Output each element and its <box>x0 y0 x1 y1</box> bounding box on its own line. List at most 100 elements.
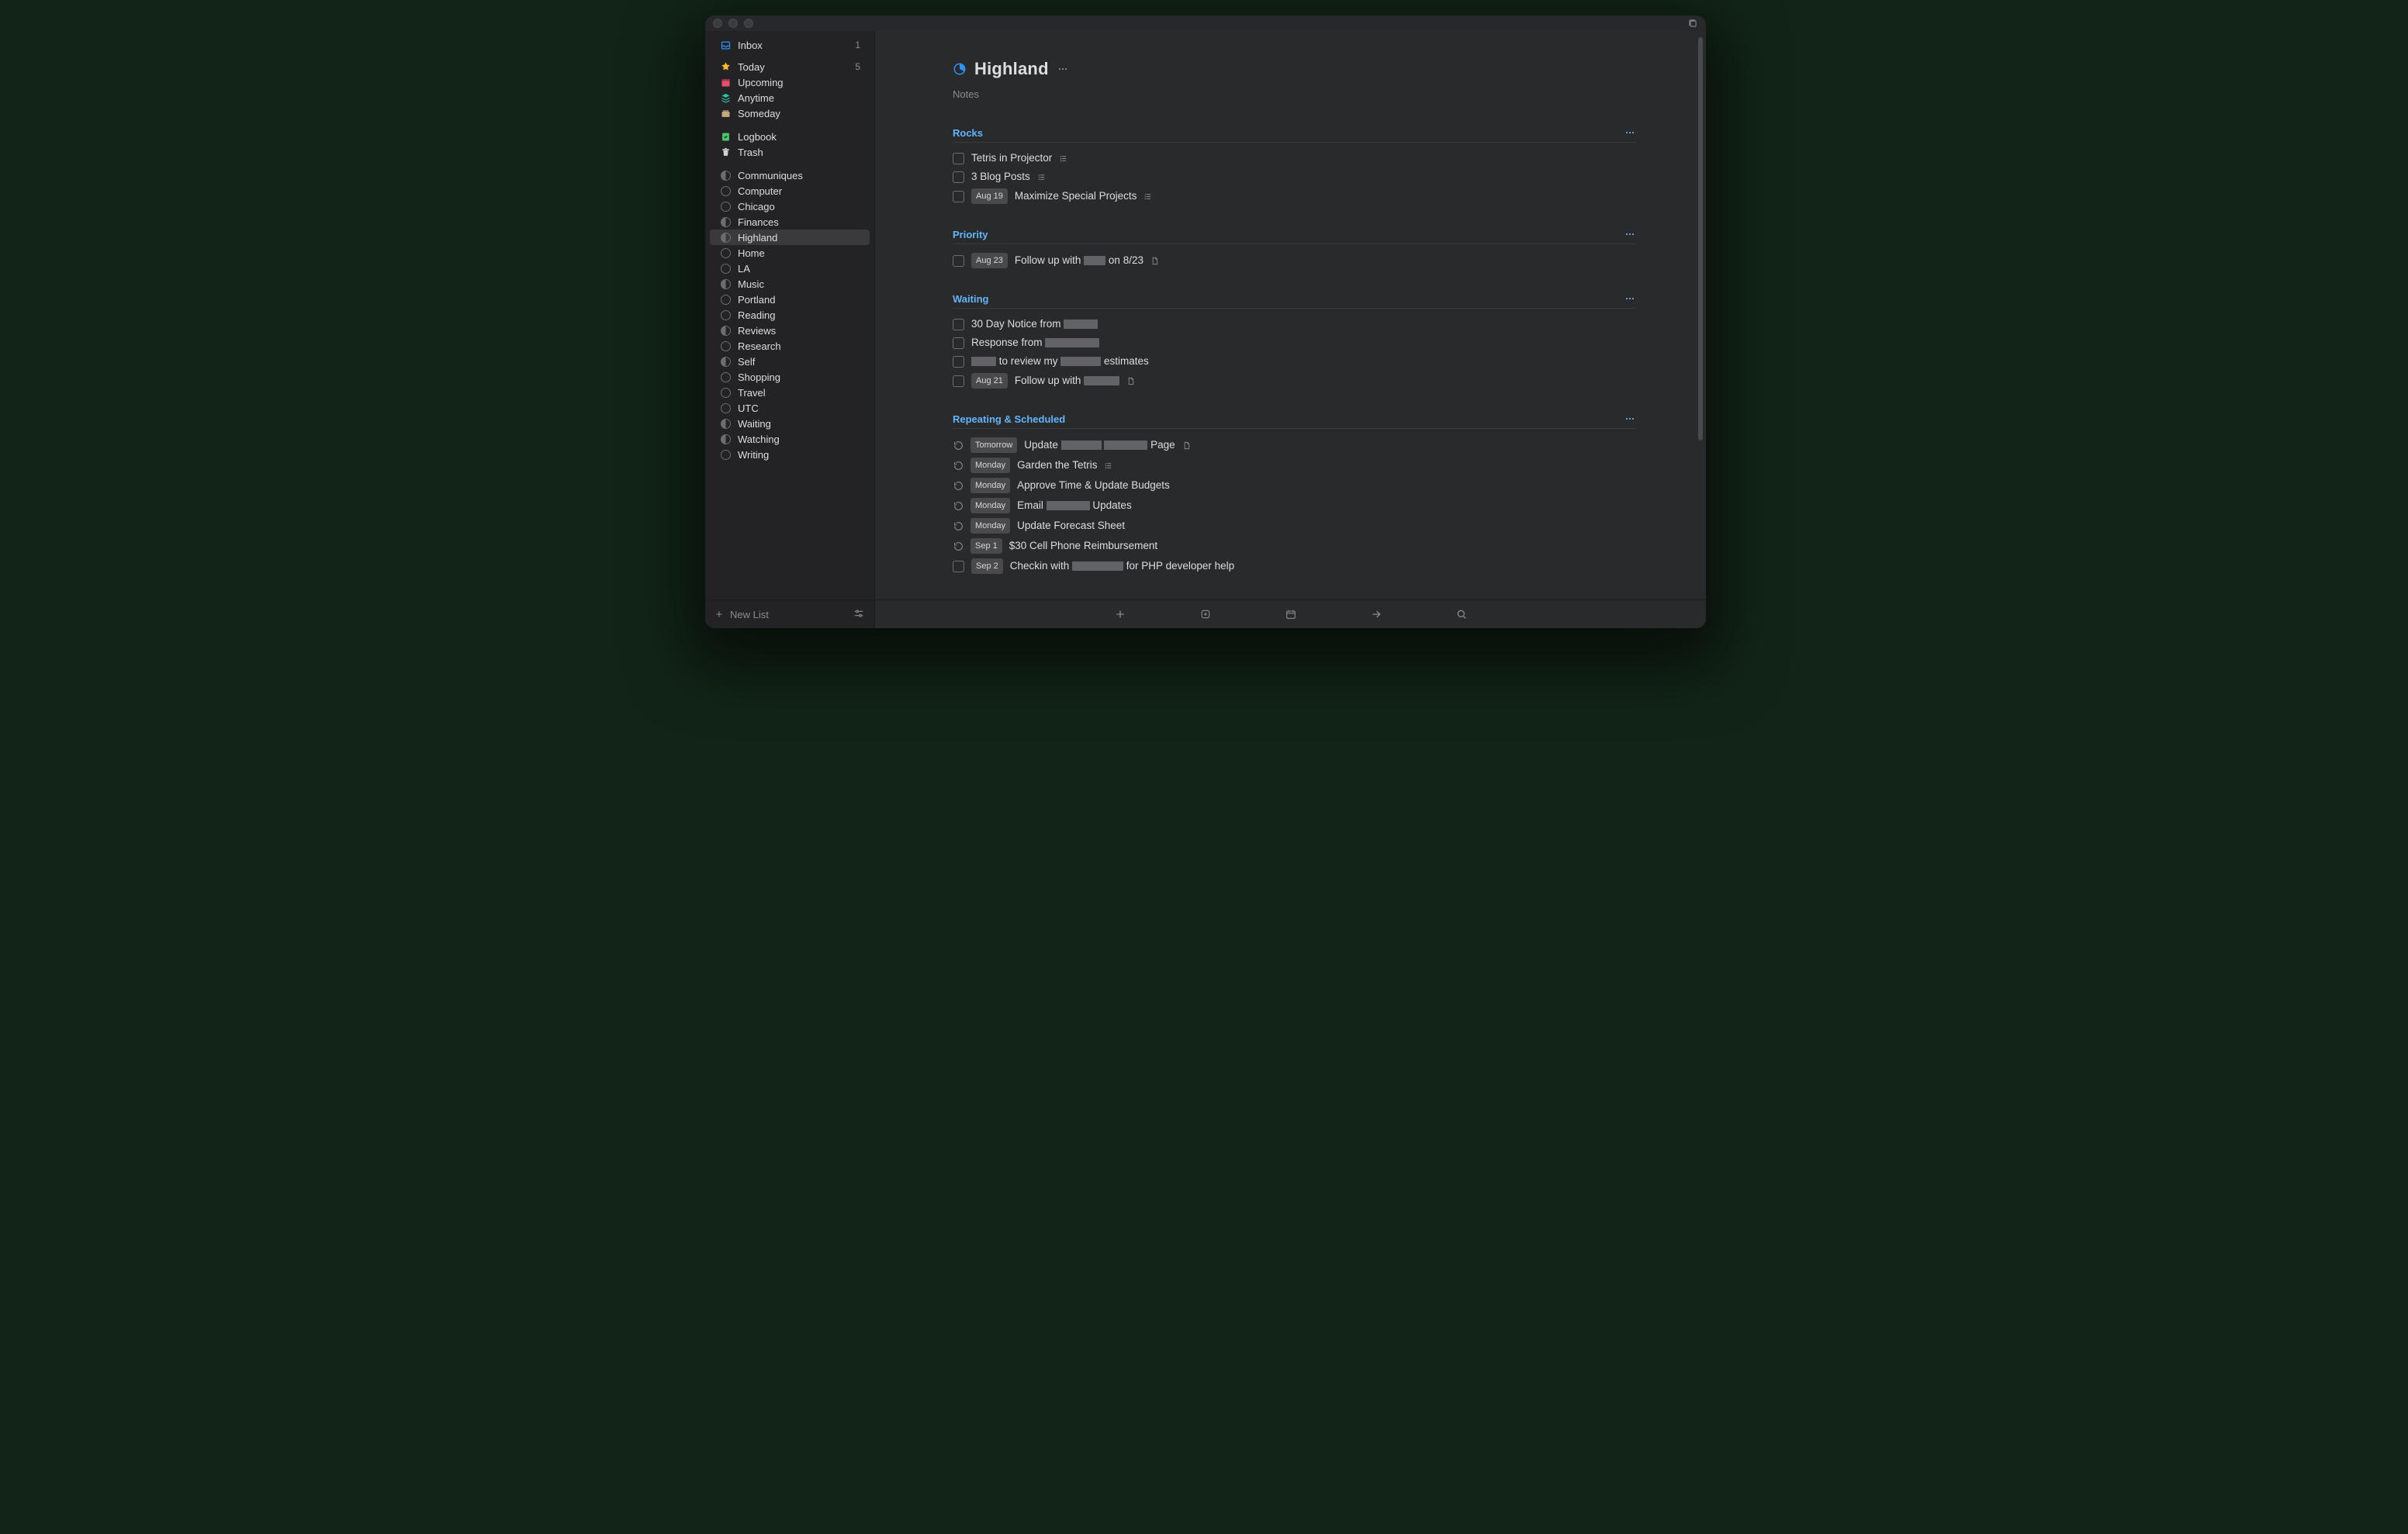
sidebar-area-writing[interactable]: Writing <box>710 447 870 462</box>
scrollbar[interactable] <box>1698 37 1703 593</box>
anytime-icon <box>719 92 732 104</box>
section-menu-button[interactable] <box>1624 228 1636 240</box>
task-row[interactable]: MondayApprove Time & Update Budgets <box>953 475 1636 496</box>
section-title[interactable]: Waiting <box>953 293 988 305</box>
sidebar-area-music[interactable]: Music <box>710 276 870 292</box>
section-title[interactable]: Rocks <box>953 127 983 139</box>
task-row[interactable]: Tetris in Projector <box>953 149 1636 168</box>
task-row[interactable]: 3 Blog Posts <box>953 168 1636 186</box>
task-row[interactable]: Aug 21Follow up with <box>953 371 1636 391</box>
task-checkbox[interactable] <box>953 375 964 387</box>
sidebar-area-reviews[interactable]: Reviews <box>710 323 870 338</box>
task-checkbox[interactable] <box>953 153 964 164</box>
sidebar-area-travel[interactable]: Travel <box>710 385 870 400</box>
sidebar: Inbox1 Today5Upcoming Anytime Someday Logbo… <box>705 31 875 628</box>
sidebar-area-waiting[interactable]: Waiting <box>710 416 870 431</box>
traffic-minimize[interactable] <box>728 19 738 28</box>
area-icon <box>719 340 732 352</box>
sidebar-area-reading[interactable]: Reading <box>710 307 870 323</box>
area-icon <box>719 402 732 414</box>
traffic-close[interactable] <box>713 19 722 28</box>
sidebar-area-highland[interactable]: Highland <box>710 230 870 245</box>
sidebar-area-communiques[interactable]: Communiques <box>710 168 870 183</box>
task-row[interactable]: Response from <box>953 333 1636 352</box>
logbook-icon <box>719 130 732 143</box>
task-row[interactable]: MondayUpdate Forecast Sheet <box>953 516 1636 536</box>
sidebar-logbook[interactable]: Logbook <box>710 129 870 144</box>
task-title: to review my estimates <box>971 354 1149 368</box>
new-heading-button[interactable] <box>1198 606 1213 622</box>
project-notes[interactable]: Notes <box>953 88 1636 100</box>
sidebar-area-computer[interactable]: Computer <box>710 183 870 199</box>
repeat-icon <box>953 480 964 491</box>
traffic-zoom[interactable] <box>744 19 753 28</box>
task-row[interactable]: Aug 19Maximize Special Projects <box>953 186 1636 206</box>
task-checkbox[interactable] <box>953 255 964 267</box>
task-checkbox[interactable] <box>953 356 964 368</box>
sidebar-inbox[interactable]: Inbox1 <box>710 37 870 53</box>
sidebar-item-label: Writing <box>738 449 769 461</box>
sidebar-item-label: Inbox <box>738 40 763 51</box>
task-checkbox[interactable] <box>953 337 964 349</box>
task-checkbox[interactable] <box>953 191 964 202</box>
section-title[interactable]: Repeating & Scheduled <box>953 413 1065 425</box>
area-icon <box>719 433 732 445</box>
task-checkbox[interactable] <box>953 319 964 330</box>
section-menu-button[interactable] <box>1624 126 1636 139</box>
sidebar-trash[interactable]: Trash <box>710 144 870 160</box>
sidebar-item-label: Reviews <box>738 325 776 337</box>
calendar-button[interactable] <box>1283 606 1299 622</box>
main-area: Highland Notes RocksTetris in Projector3… <box>875 31 1706 628</box>
task-title: Email Updates <box>1017 499 1132 513</box>
date-chip: Sep 2 <box>971 558 1003 574</box>
settings-icon[interactable] <box>853 607 865 622</box>
sidebar-area-shopping[interactable]: Shopping <box>710 369 870 385</box>
sidebar-item-label: Travel <box>738 387 766 399</box>
sidebar-item-label: Anytime <box>738 92 774 104</box>
task-checkbox[interactable] <box>953 171 964 183</box>
search-button[interactable] <box>1454 606 1469 622</box>
sidebar-area-la[interactable]: LA <box>710 261 870 276</box>
section-repeating: Repeating & Scheduled TomorrowUpdate Page… <box>953 413 1636 576</box>
new-list-button[interactable]: New List <box>714 609 769 620</box>
sidebar-someday[interactable]: Someday <box>710 105 870 121</box>
sidebar-area-self[interactable]: Self <box>710 354 870 369</box>
task-row[interactable]: TomorrowUpdate Page <box>953 435 1636 455</box>
sidebar-today[interactable]: Today5 <box>710 59 870 74</box>
project-menu-button[interactable] <box>1057 63 1069 75</box>
task-row[interactable]: Aug 23Follow up with on 8/23 <box>953 250 1636 271</box>
task-row[interactable]: Sep 1$30 Cell Phone Reimbursement <box>953 536 1636 556</box>
sidebar-area-finances[interactable]: Finances <box>710 214 870 230</box>
sidebar-upcoming[interactable]: Upcoming <box>710 74 870 90</box>
repeat-icon <box>953 541 964 551</box>
section-menu-button[interactable] <box>1624 413 1636 425</box>
sidebar-area-research[interactable]: Research <box>710 338 870 354</box>
move-button[interactable] <box>1368 606 1384 622</box>
sidebar-area-portland[interactable]: Portland <box>710 292 870 307</box>
date-chip: Aug 23 <box>971 253 1008 268</box>
task-row[interactable]: to review my estimates <box>953 352 1636 371</box>
area-icon <box>719 417 732 430</box>
task-row[interactable]: 30 Day Notice from <box>953 315 1636 333</box>
sidebar-item-label: Home <box>738 247 765 259</box>
sidebar-area-watching[interactable]: Watching <box>710 431 870 447</box>
task-row[interactable]: Sep 2Checkin with for PHP developer help <box>953 556 1636 576</box>
sidebar-item-label: Someday <box>738 108 780 119</box>
sidebar-area-chicago[interactable]: Chicago <box>710 199 870 214</box>
sidebar-anytime[interactable]: Anytime <box>710 90 870 105</box>
task-row[interactable]: MondayEmail Updates <box>953 496 1636 516</box>
date-chip: Monday <box>970 458 1010 473</box>
new-window-icon[interactable] <box>1687 18 1698 29</box>
sidebar-area-home[interactable]: Home <box>710 245 870 261</box>
sidebar-item-label: Portland <box>738 294 775 306</box>
new-todo-button[interactable] <box>1112 606 1128 622</box>
section-menu-button[interactable] <box>1624 292 1636 305</box>
checklist-icon <box>1104 461 1112 470</box>
task-title: $30 Cell Phone Reimbursement <box>1009 539 1157 553</box>
area-icon <box>719 247 732 259</box>
section-title[interactable]: Priority <box>953 229 988 240</box>
area-icon <box>719 231 732 244</box>
task-row[interactable]: MondayGarden the Tetris <box>953 455 1636 475</box>
task-checkbox[interactable] <box>953 561 964 572</box>
sidebar-area-utc[interactable]: UTC <box>710 400 870 416</box>
